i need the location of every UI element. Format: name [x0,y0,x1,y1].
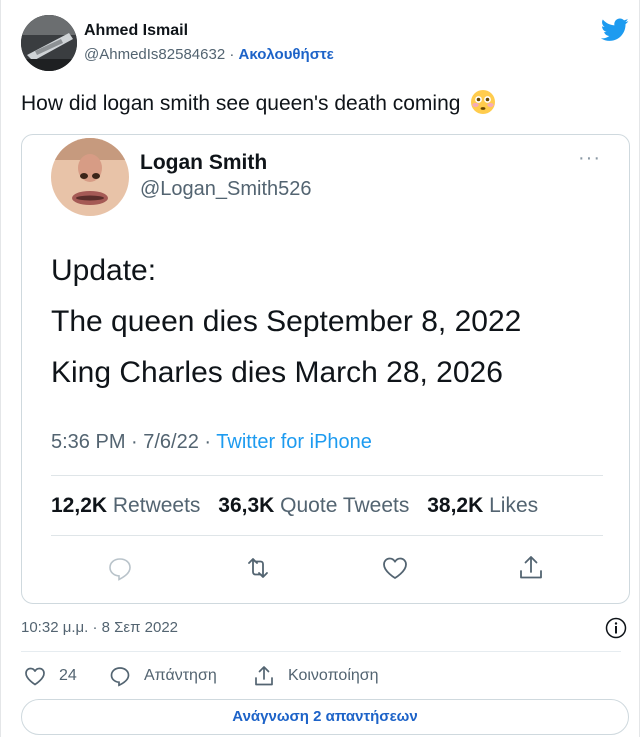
quoted-line-1: Update: [51,254,157,287]
share-label: Κοινοποίηση [288,667,379,684]
share-upload-icon [255,666,273,686]
like-action[interactable]: 24 [23,664,77,688]
flushed-face-emoji [470,89,496,115]
author-name[interactable]: Ahmed Ismail [84,22,188,40]
author-meta: @AhmedIs82584632 · Ακολουθήστε [84,46,334,63]
tweet-timestamp[interactable]: 10:32 μ.μ. · 8 Σεπ 2022 [21,619,178,636]
quoted-time[interactable]: 5:36 PM · 7/6/22 · [51,431,216,453]
heart-icon [25,667,45,686]
retweets-count[interactable]: 12,2K [51,494,107,517]
quoted-divider-bottom [51,535,603,536]
share-icon[interactable] [516,553,546,583]
tweet-body: How did logan smith see queen's death co… [21,92,461,115]
like-icon[interactable] [380,553,410,583]
reply-bubble-icon [110,667,130,687]
quoted-timestamp: 5:36 PM · 7/6/22 · Twitter for iPhone [51,431,372,454]
like-count: 24 [59,667,77,684]
quoted-divider-top [51,475,603,476]
tweet-text: How did logan smith see queen's death co… [21,89,496,118]
quotes-count[interactable]: 36,3K [218,494,274,517]
author-avatar[interactable] [21,15,77,71]
reply-action[interactable]: Απάντηση [108,664,217,688]
share-action[interactable]: Κοινοποίηση [252,664,379,688]
retweets-label[interactable]: Retweets [113,494,201,517]
retweet-icon[interactable] [243,553,273,583]
actions-divider [21,651,621,652]
quoted-author-avatar[interactable] [51,138,129,216]
quoted-author-handle[interactable]: @Logan_Smith526 [140,178,312,201]
more-options-icon[interactable]: ··· [578,147,601,170]
reply-icon[interactable] [105,553,135,583]
read-replies-button[interactable]: Ανάγνωση 2 απαντήσεων [21,699,629,735]
quoted-stats: 12,2K Retweets 36,3K Quote Tweets 38,2K … [51,494,538,518]
reply-label: Απάντηση [144,667,217,684]
likes-count[interactable]: 38,2K [427,494,483,517]
info-icon[interactable] [605,617,627,639]
meta-separator: · [229,46,235,63]
quotes-label[interactable]: Quote Tweets [280,494,409,517]
quoted-author-name[interactable]: Logan Smith [140,151,267,175]
embedded-tweet-card: Ahmed Ismail @AhmedIs82584632 · Ακολουθή… [0,0,640,737]
quoted-line-2: The queen dies September 8, 2022 [51,305,522,338]
quoted-line-3: King Charles dies March 28, 2026 [51,356,503,389]
quoted-tweet[interactable]: Logan Smith @Logan_Smith526 ··· Update: … [21,134,630,604]
quoted-source-link[interactable]: Twitter for iPhone [216,431,372,453]
follow-link[interactable]: Ακολουθήστε [239,46,334,63]
twitter-bird-icon[interactable] [600,18,629,42]
author-handle[interactable]: @AhmedIs82584632 [84,46,225,63]
likes-label[interactable]: Likes [489,494,538,517]
